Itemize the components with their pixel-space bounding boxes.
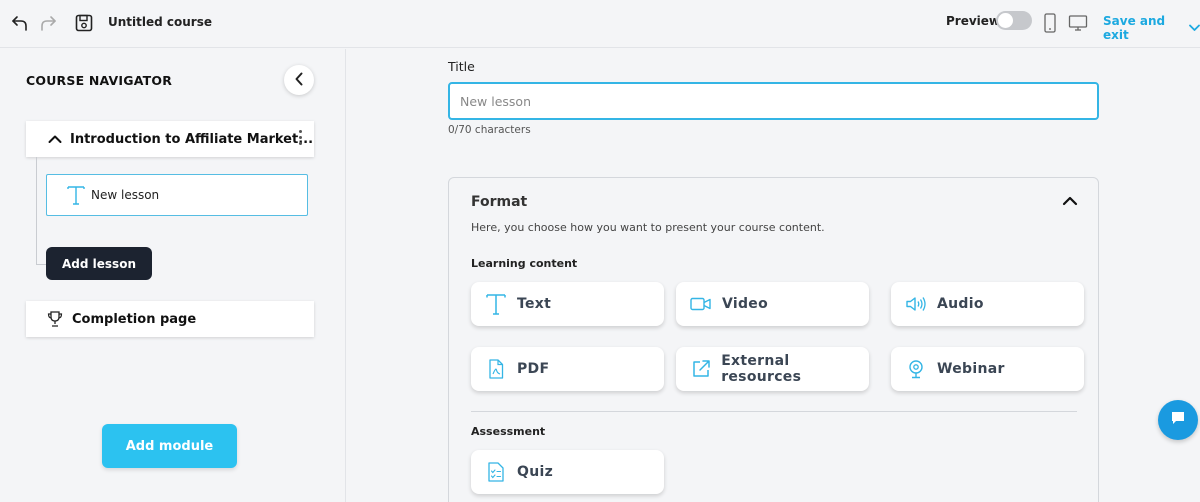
save-icon[interactable] <box>72 11 96 35</box>
chevron-down-icon <box>1189 21 1200 35</box>
more-options-icon[interactable] <box>299 130 302 145</box>
redo-icon[interactable] <box>36 11 60 35</box>
add-module-button[interactable]: Add module <box>102 424 237 468</box>
format-webinar-label: Webinar <box>937 361 1005 377</box>
chevron-left-icon <box>294 71 304 90</box>
preview-toggle[interactable] <box>996 11 1032 30</box>
lesson-item[interactable]: New lesson <box>46 174 308 216</box>
learning-content-label: Learning content <box>471 257 578 270</box>
chat-icon <box>1170 410 1186 430</box>
tree-connector-branch <box>36 264 46 265</box>
chevron-up-icon[interactable] <box>48 134 62 144</box>
tree-connector <box>36 157 37 265</box>
format-audio-button[interactable]: Audio <box>891 282 1084 326</box>
format-text-label: Text <box>517 296 552 312</box>
format-quiz-button[interactable]: Quiz <box>471 450 664 494</box>
format-external-resources-button[interactable]: External resources <box>676 347 869 391</box>
save-and-exit-button[interactable]: Save and exit <box>1103 14 1200 42</box>
add-lesson-button[interactable]: Add lesson <box>46 247 152 280</box>
undo-icon[interactable] <box>8 11 32 35</box>
format-description: Here, you choose how you want to present… <box>471 221 825 234</box>
course-navigator-sidebar: COURSE NAVIGATOR Introduction to Affilia… <box>0 49 346 502</box>
lesson-label: New lesson <box>91 188 160 202</box>
completion-page-label: Completion page <box>72 311 197 327</box>
format-video-label: Video <box>722 296 769 312</box>
collapse-sidebar-button[interactable] <box>284 65 314 95</box>
save-and-exit-label: Save and exit <box>1103 14 1166 42</box>
section-divider <box>471 411 1077 412</box>
top-bar: Untitled course Preview Save and exit <box>0 0 1200 48</box>
quiz-icon <box>485 461 507 483</box>
video-icon <box>690 293 712 315</box>
chat-support-button[interactable] <box>1158 400 1198 440</box>
assessment-label: Assessment <box>471 425 546 438</box>
webinar-icon <box>905 358 927 380</box>
format-pdf-button[interactable]: PDF <box>471 347 664 391</box>
lesson-title-input[interactable] <box>448 82 1099 120</box>
format-quiz-label: Quiz <box>517 464 554 480</box>
character-count: 0/70 characters <box>448 124 531 136</box>
format-panel: Format Here, you choose how you want to … <box>448 177 1099 502</box>
lesson-editor: Title 0/70 characters Format Here, you c… <box>347 49 1200 502</box>
format-text-button[interactable]: Text <box>471 282 664 326</box>
format-webinar-button[interactable]: Webinar <box>891 347 1084 391</box>
audio-icon <box>905 293 927 315</box>
external-link-icon <box>690 358 711 380</box>
format-video-button[interactable]: Video <box>676 282 869 326</box>
format-title: Format <box>471 194 528 210</box>
text-icon <box>67 185 85 205</box>
format-audio-label: Audio <box>937 296 984 312</box>
navigator-title: COURSE NAVIGATOR <box>26 73 173 88</box>
pdf-icon <box>485 358 507 380</box>
desktop-view-icon[interactable] <box>1066 11 1090 35</box>
chevron-up-icon[interactable] <box>1062 196 1078 206</box>
preview-label: Preview <box>946 14 1001 28</box>
text-icon <box>485 293 507 315</box>
module-item[interactable]: Introduction to Affiliate Market... <box>26 121 314 157</box>
format-external-resources-label: External resources <box>721 353 802 385</box>
trophy-icon <box>46 310 64 328</box>
format-pdf-label: PDF <box>517 361 550 377</box>
mobile-view-icon[interactable] <box>1038 11 1062 35</box>
module-label: Introduction to Affiliate Market... <box>70 131 314 147</box>
toggle-knob <box>998 13 1013 28</box>
completion-page-item[interactable]: Completion page <box>26 301 314 337</box>
course-title[interactable]: Untitled course <box>108 15 212 29</box>
title-label: Title <box>448 59 475 74</box>
